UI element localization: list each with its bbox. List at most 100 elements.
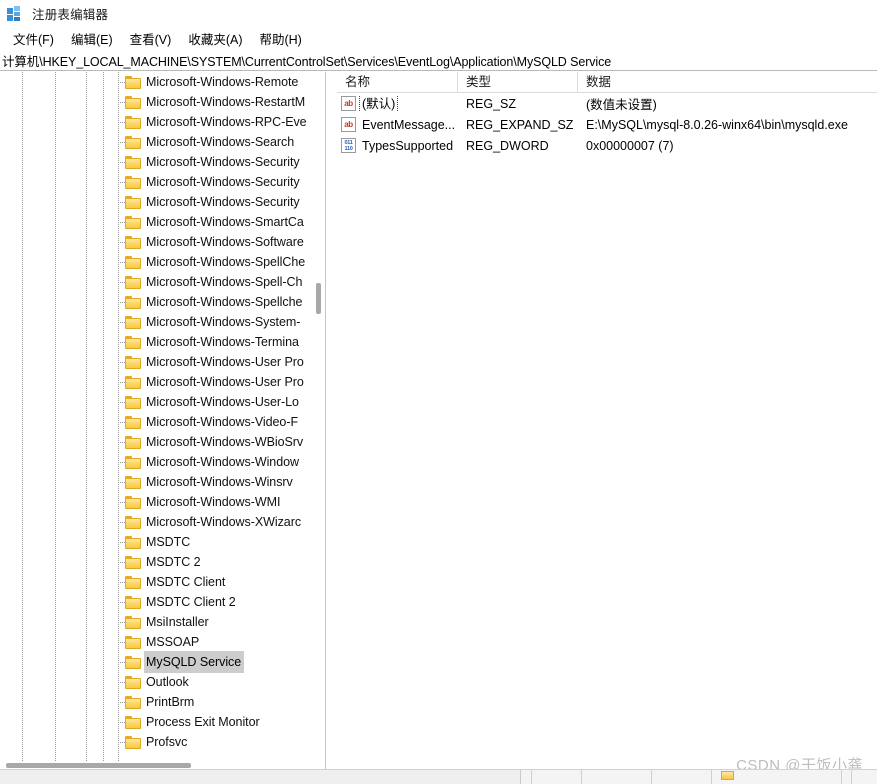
tree-item-microsoft-windows-spellche[interactable]: Microsoft-Windows-Spellche xyxy=(0,292,320,312)
tree-item-label: MSDTC 2 xyxy=(146,555,201,569)
tree-item-microsoft-windows-termina[interactable]: Microsoft-Windows-Termina xyxy=(0,332,320,352)
value-row[interactable]: 011 110 TypesSupported REG_DWORD 0x00000007 … xyxy=(337,135,877,156)
tree-item-mssoap[interactable]: MSSOAP xyxy=(0,632,320,652)
tree-item-microsoft-windows-xwizarc[interactable]: Microsoft-Windows-XWizarc xyxy=(0,512,320,532)
tree-hscroll-thumb[interactable] xyxy=(6,763,191,768)
tree-item-microsoft-windows-system[interactable]: Microsoft-Windows-System- xyxy=(0,312,320,332)
value-type: REG_DWORD xyxy=(466,138,549,153)
tree-item-msdtc[interactable]: MSDTC xyxy=(0,532,320,552)
tree-item-microsoft-windows-security[interactable]: Microsoft-Windows-Security xyxy=(0,152,320,172)
folder-icon xyxy=(125,435,141,449)
folder-icon xyxy=(125,295,141,309)
tree-item-microsoft-windows-video-f[interactable]: Microsoft-Windows-Video-F xyxy=(0,412,320,432)
folder-icon xyxy=(125,695,141,709)
tree-item-printbrm[interactable]: PrintBrm xyxy=(0,692,320,712)
tree-item-label: Microsoft-Windows-SmartCa xyxy=(146,215,304,229)
pane-splitter[interactable] xyxy=(325,72,337,784)
main-content: Microsoft-Windows-Remote Microsoft-Window… xyxy=(0,72,877,784)
registry-tree[interactable]: Microsoft-Windows-Remote Microsoft-Window… xyxy=(0,72,320,752)
tree-item-msdtc-2[interactable]: MSDTC 2 xyxy=(0,552,320,572)
tree-item-microsoft-windows-wmi[interactable]: Microsoft-Windows-WMI xyxy=(0,492,320,512)
tree-item-label: Microsoft-Windows-User Pro xyxy=(146,375,304,389)
tree-item-label: Microsoft-Windows-Spellche xyxy=(146,295,303,309)
value-row[interactable]: ab EventMessage... REG_EXPAND_SZ E:\MySQL\m… xyxy=(337,114,877,135)
tree-item-label: Microsoft-Windows-WMI xyxy=(146,495,281,509)
folder-icon xyxy=(125,335,141,349)
tree-item-microsoft-windows-spellche[interactable]: Microsoft-Windows-SpellChe xyxy=(0,252,320,272)
tree-item-label: Microsoft-Windows-SpellChe xyxy=(146,255,306,269)
folder-icon xyxy=(125,215,141,229)
peek-folder-icon xyxy=(721,771,734,780)
column-header-name[interactable]: 名称 xyxy=(337,72,458,92)
tree-item-microsoft-windows-user-lo[interactable]: Microsoft-Windows-User-Lo xyxy=(0,392,320,412)
tree-item-microsoft-windows-smartca[interactable]: Microsoft-Windows-SmartCa xyxy=(0,212,320,232)
value-data: 0x00000007 (7) xyxy=(586,138,674,153)
tree-item-label: Profsvc xyxy=(146,735,188,749)
tree-item-microsoft-windows-spell-ch[interactable]: Microsoft-Windows-Spell-Ch xyxy=(0,272,320,292)
tree-item-label: Microsoft-Windows-RPC-Eve xyxy=(146,115,307,129)
column-header-type[interactable]: 类型 xyxy=(458,72,578,92)
string-value-icon: ab xyxy=(341,96,356,111)
tree-item-msdtc-client[interactable]: MSDTC Client xyxy=(0,572,320,592)
tree-item-microsoft-windows-rpc-eve[interactable]: Microsoft-Windows-RPC-Eve xyxy=(0,112,320,132)
tree-item-msdtc-client-2[interactable]: MSDTC Client 2 xyxy=(0,592,320,612)
tree-item-microsoft-windows-wbiosrv[interactable]: Microsoft-Windows-WBioSrv xyxy=(0,432,320,452)
tree-item-outlook[interactable]: Outlook xyxy=(0,672,320,692)
tree-item-profsvc[interactable]: Profsvc xyxy=(0,732,320,752)
tree-item-microsoft-windows-search[interactable]: Microsoft-Windows-Search xyxy=(0,132,320,152)
folder-icon xyxy=(125,375,141,389)
tree-item-label: Microsoft-Windows-RestartM xyxy=(146,95,306,109)
folder-icon xyxy=(125,395,141,409)
menu-edit[interactable]: 编辑(E) xyxy=(63,27,122,50)
folder-icon xyxy=(125,135,141,149)
tree-item-label: Microsoft-Windows-System- xyxy=(146,315,301,329)
tree-item-label: Microsoft-Windows-User-Lo xyxy=(146,395,299,409)
menu-help[interactable]: 帮助(H) xyxy=(251,27,310,50)
tree-item-msiinstaller[interactable]: MsiInstaller xyxy=(0,612,320,632)
values-list[interactable]: ab (默认) REG_SZ (数值未设置) ab EventMessage... REG_… xyxy=(337,93,877,156)
title-bar: 注册表编辑器 xyxy=(0,0,877,27)
tree-vscroll-thumb[interactable] xyxy=(316,283,321,314)
folder-icon xyxy=(125,615,141,629)
folder-icon xyxy=(125,235,141,249)
value-name: EventMessage... xyxy=(362,117,456,132)
tree-item-microsoft-windows-user-pro[interactable]: Microsoft-Windows-User Pro xyxy=(0,352,320,372)
tree-item-label: Microsoft-Windows-Winsrv xyxy=(146,475,293,489)
value-row[interactable]: ab (默认) REG_SZ (数值未设置) xyxy=(337,93,877,114)
registry-tree-pane[interactable]: Microsoft-Windows-Remote Microsoft-Window… xyxy=(0,72,325,784)
folder-icon xyxy=(125,595,141,609)
folder-icon xyxy=(125,635,141,649)
tree-item-microsoft-windows-remote[interactable]: Microsoft-Windows-Remote xyxy=(0,72,320,92)
tree-item-microsoft-windows-security[interactable]: Microsoft-Windows-Security xyxy=(0,172,320,192)
tree-item-label: Microsoft-Windows-Remote xyxy=(146,75,299,89)
tree-item-microsoft-windows-restartm[interactable]: Microsoft-Windows-RestartM xyxy=(0,92,320,112)
tree-item-label: Microsoft-Windows-Video-F xyxy=(146,415,299,429)
tree-item-label: MSDTC xyxy=(146,535,191,549)
tree-item-label: Process Exit Monitor xyxy=(146,715,260,729)
tree-item-process-exit-monitor[interactable]: Process Exit Monitor xyxy=(0,712,320,732)
tree-item-microsoft-windows-user-pro[interactable]: Microsoft-Windows-User Pro xyxy=(0,372,320,392)
tree-item-label: Microsoft-Windows-Termina xyxy=(146,335,299,349)
tree-item-microsoft-windows-security[interactable]: Microsoft-Windows-Security xyxy=(0,192,320,212)
tree-item-microsoft-windows-software[interactable]: Microsoft-Windows-Software xyxy=(0,232,320,252)
value-name-cell: ab EventMessage... xyxy=(337,117,458,133)
value-name-cell: 011 110 TypesSupported xyxy=(337,138,458,154)
tree-item-mysqld-service[interactable]: MySQLD Service xyxy=(0,651,320,673)
column-header-data[interactable]: 数据 xyxy=(578,72,877,92)
tree-item-label: MSDTC Client xyxy=(146,575,226,589)
value-type: REG_EXPAND_SZ xyxy=(466,117,574,132)
values-column-header[interactable]: 名称 类型 数据 xyxy=(337,72,877,93)
address-bar[interactable]: 计算机\HKEY_LOCAL_MACHINE\SYSTEM\CurrentCon… xyxy=(0,50,877,71)
tree-item-label: MSSOAP xyxy=(146,635,200,649)
registry-editor-icon xyxy=(7,5,23,22)
menu-file[interactable]: 文件(F) xyxy=(5,27,63,50)
folder-icon xyxy=(125,415,141,429)
registry-values-pane[interactable]: 名称 类型 数据 ab (默认) REG_SZ (数值未设置) ab EventMessa… xyxy=(337,72,877,784)
folder-icon xyxy=(125,95,141,109)
folder-icon xyxy=(125,735,141,749)
tree-item-microsoft-windows-window[interactable]: Microsoft-Windows-Window xyxy=(0,452,320,472)
menu-favorites[interactable]: 收藏夹(A) xyxy=(180,27,251,50)
tree-vertical-scrollbar[interactable] xyxy=(315,72,323,762)
menu-view[interactable]: 查看(V) xyxy=(122,27,181,50)
tree-item-microsoft-windows-winsrv[interactable]: Microsoft-Windows-Winsrv xyxy=(0,472,320,492)
